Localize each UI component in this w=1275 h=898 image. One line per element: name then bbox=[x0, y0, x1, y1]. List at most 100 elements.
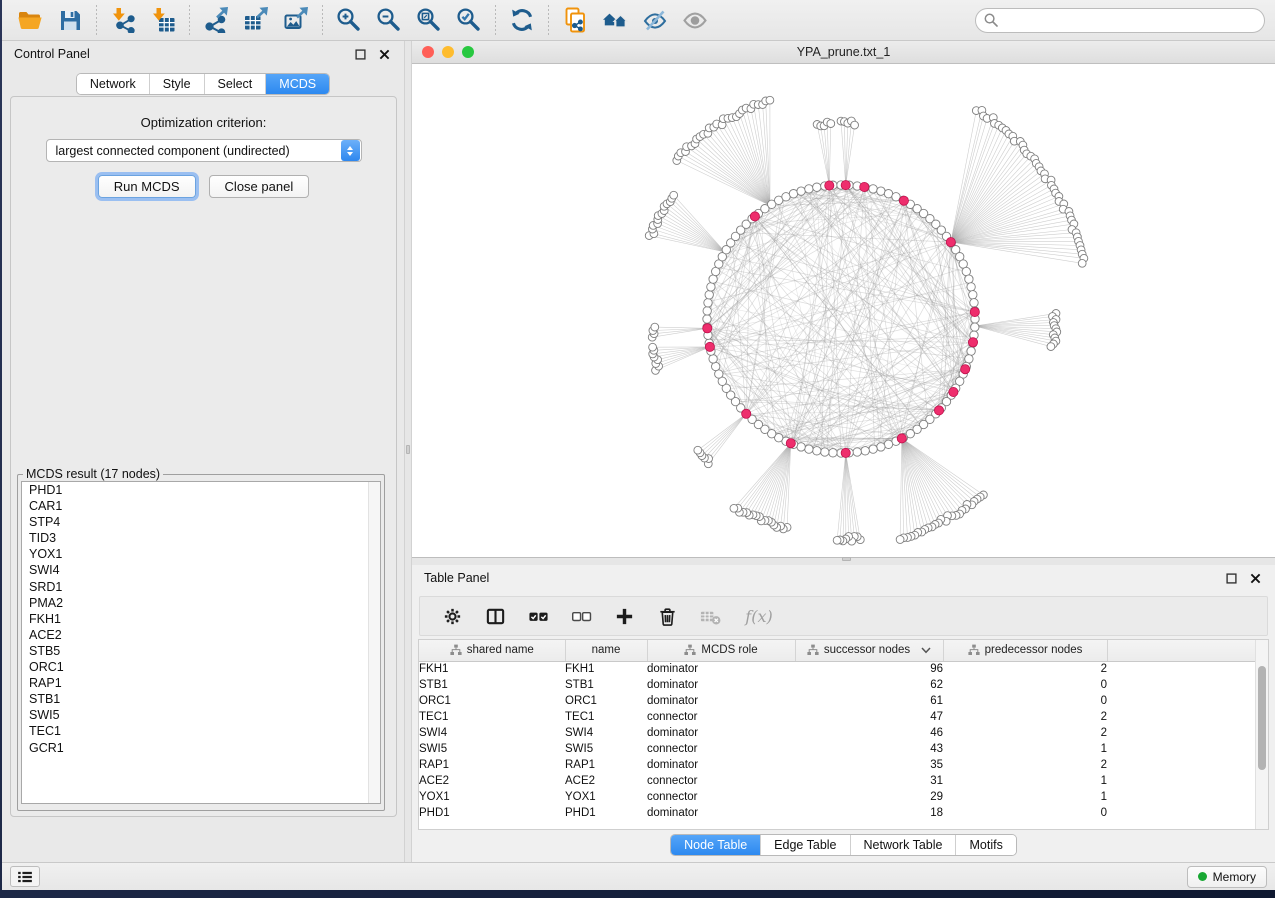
mcds-result-item[interactable]: PHD1 bbox=[22, 482, 380, 498]
table-row[interactable]: ACE2ACE2connector311 bbox=[419, 773, 1255, 789]
cell-shared-name[interactable]: ORC1 bbox=[419, 693, 565, 709]
tab-style[interactable]: Style bbox=[150, 74, 205, 94]
cell-predecessor-nodes[interactable]: 2 bbox=[943, 709, 1107, 725]
table-scrollbar[interactable] bbox=[1255, 640, 1268, 829]
float-panel-icon[interactable] bbox=[1223, 570, 1239, 586]
cell-successor-nodes[interactable]: 29 bbox=[795, 789, 943, 805]
apply-layout-button[interactable] bbox=[502, 3, 542, 37]
mcds-result-item[interactable]: TEC1 bbox=[22, 723, 380, 739]
task-history-button[interactable] bbox=[10, 866, 40, 887]
cell-name[interactable]: SWI5 bbox=[565, 741, 647, 757]
tab-network-table[interactable]: Network Table bbox=[851, 835, 957, 855]
mcds-result-item[interactable]: YOX1 bbox=[22, 546, 380, 562]
cell-predecessor-nodes[interactable]: 1 bbox=[943, 789, 1107, 805]
export-image-button[interactable] bbox=[276, 3, 316, 37]
settings-button[interactable] bbox=[440, 604, 464, 628]
network-canvas[interactable] bbox=[412, 64, 1275, 557]
cell-name[interactable]: TEC1 bbox=[565, 709, 647, 725]
tab-network[interactable]: Network bbox=[77, 74, 150, 94]
cell-successor-nodes[interactable]: 43 bbox=[795, 741, 943, 757]
zoom-out-button[interactable] bbox=[369, 3, 409, 37]
import-table-button[interactable] bbox=[143, 3, 183, 37]
cell-predecessor-nodes[interactable]: 0 bbox=[943, 693, 1107, 709]
import-network-button[interactable] bbox=[103, 3, 143, 37]
cell-name[interactable]: RAP1 bbox=[565, 757, 647, 773]
table-row[interactable]: PHD1PHD1dominator180 bbox=[419, 805, 1255, 821]
cell-predecessor-nodes[interactable]: 2 bbox=[943, 725, 1107, 741]
zoom-selected-button[interactable] bbox=[449, 3, 489, 37]
cell-mcds-role[interactable]: dominator bbox=[647, 725, 795, 741]
mcds-result-item[interactable]: SRD1 bbox=[22, 579, 380, 595]
mcds-result-item[interactable]: SWI5 bbox=[22, 707, 380, 723]
tab-motifs[interactable]: Motifs bbox=[956, 835, 1015, 855]
mcds-result-item[interactable]: STB1 bbox=[22, 691, 380, 707]
network-graph[interactable] bbox=[412, 64, 1275, 557]
open-file-button[interactable] bbox=[10, 3, 50, 37]
tab-edge-table[interactable]: Edge Table bbox=[761, 835, 850, 855]
cell-successor-nodes[interactable]: 61 bbox=[795, 693, 943, 709]
minimize-window-icon[interactable] bbox=[442, 46, 454, 58]
table-row[interactable]: STB1STB1dominator620 bbox=[419, 677, 1255, 693]
cell-mcds-role[interactable]: connector bbox=[647, 773, 795, 789]
run-mcds-button[interactable]: Run MCDS bbox=[98, 175, 196, 198]
cell-name[interactable]: ORC1 bbox=[565, 693, 647, 709]
mcds-result-item[interactable]: ACE2 bbox=[22, 627, 380, 643]
search-input[interactable] bbox=[975, 8, 1265, 33]
zoom-in-button[interactable] bbox=[329, 3, 369, 37]
tab-select[interactable]: Select bbox=[205, 74, 267, 94]
criterion-dropdown[interactable]: largest connected component (undirected) bbox=[46, 139, 362, 162]
mcds-result-item[interactable]: FKH1 bbox=[22, 611, 380, 627]
cell-successor-nodes[interactable]: 62 bbox=[795, 677, 943, 693]
mcds-result-list[interactable]: PHD1CAR1STP4TID3YOX1SWI4SRD1PMA2FKH1ACE2… bbox=[21, 481, 381, 804]
export-network-button[interactable] bbox=[196, 3, 236, 37]
cell-mcds-role[interactable]: dominator bbox=[647, 661, 795, 677]
cell-shared-name[interactable]: SWI5 bbox=[419, 741, 565, 757]
cell-name[interactable]: YOX1 bbox=[565, 789, 647, 805]
table-row[interactable]: ORC1ORC1dominator610 bbox=[419, 693, 1255, 709]
add-column-button[interactable] bbox=[612, 604, 636, 628]
close-panel-button[interactable]: Close panel bbox=[209, 175, 310, 198]
float-panel-icon[interactable] bbox=[352, 46, 368, 62]
tab-mcds[interactable]: MCDS bbox=[266, 74, 329, 94]
cell-predecessor-nodes[interactable]: 2 bbox=[943, 661, 1107, 677]
mcds-result-item[interactable]: ORC1 bbox=[22, 659, 380, 675]
cell-successor-nodes[interactable]: 31 bbox=[795, 773, 943, 789]
close-panel-icon[interactable] bbox=[1247, 570, 1263, 586]
show-all-button[interactable] bbox=[675, 3, 715, 37]
close-window-icon[interactable] bbox=[422, 46, 434, 58]
cell-predecessor-nodes[interactable]: 2 bbox=[943, 757, 1107, 773]
cell-predecessor-nodes[interactable]: 1 bbox=[943, 773, 1107, 789]
cell-name[interactable]: PHD1 bbox=[565, 805, 647, 821]
cell-name[interactable]: SWI4 bbox=[565, 725, 647, 741]
cell-name[interactable]: ACE2 bbox=[565, 773, 647, 789]
scrollbar-thumb[interactable] bbox=[1258, 666, 1266, 770]
cell-successor-nodes[interactable]: 96 bbox=[795, 661, 943, 677]
column-header-MCDS-role[interactable]: MCDS role bbox=[647, 640, 795, 661]
table-row[interactable]: RAP1RAP1dominator352 bbox=[419, 757, 1255, 773]
cell-shared-name[interactable]: ACE2 bbox=[419, 773, 565, 789]
cell-shared-name[interactable]: PHD1 bbox=[419, 805, 565, 821]
cell-shared-name[interactable]: RAP1 bbox=[419, 757, 565, 773]
close-panel-icon[interactable] bbox=[376, 46, 392, 62]
mcds-result-item[interactable]: STP4 bbox=[22, 514, 380, 530]
export-table-button[interactable] bbox=[236, 3, 276, 37]
cell-mcds-role[interactable]: connector bbox=[647, 741, 795, 757]
cell-predecessor-nodes[interactable]: 0 bbox=[943, 805, 1107, 821]
delete-column-button[interactable] bbox=[655, 604, 679, 628]
column-header-predecessor-nodes[interactable]: predecessor nodes bbox=[943, 640, 1107, 661]
cell-successor-nodes[interactable]: 47 bbox=[795, 709, 943, 725]
cell-mcds-role[interactable]: connector bbox=[647, 709, 795, 725]
sort-descending-icon[interactable] bbox=[921, 647, 931, 654]
mcds-result-item[interactable]: TID3 bbox=[22, 530, 380, 546]
table-row[interactable]: SWI4SWI4dominator462 bbox=[419, 725, 1255, 741]
tab-node-table[interactable]: Node Table bbox=[671, 835, 761, 855]
cell-mcds-role[interactable]: dominator bbox=[647, 677, 795, 693]
cell-mcds-role[interactable]: dominator bbox=[647, 693, 795, 709]
cell-shared-name[interactable]: YOX1 bbox=[419, 789, 565, 805]
cell-mcds-role[interactable]: dominator bbox=[647, 805, 795, 821]
table-row[interactable]: SWI5SWI5connector431 bbox=[419, 741, 1255, 757]
cell-mcds-role[interactable]: dominator bbox=[647, 757, 795, 773]
cell-shared-name[interactable]: STB1 bbox=[419, 677, 565, 693]
mcds-result-item[interactable]: CAR1 bbox=[22, 498, 380, 514]
splitter-handle-icon[interactable] bbox=[406, 445, 410, 454]
